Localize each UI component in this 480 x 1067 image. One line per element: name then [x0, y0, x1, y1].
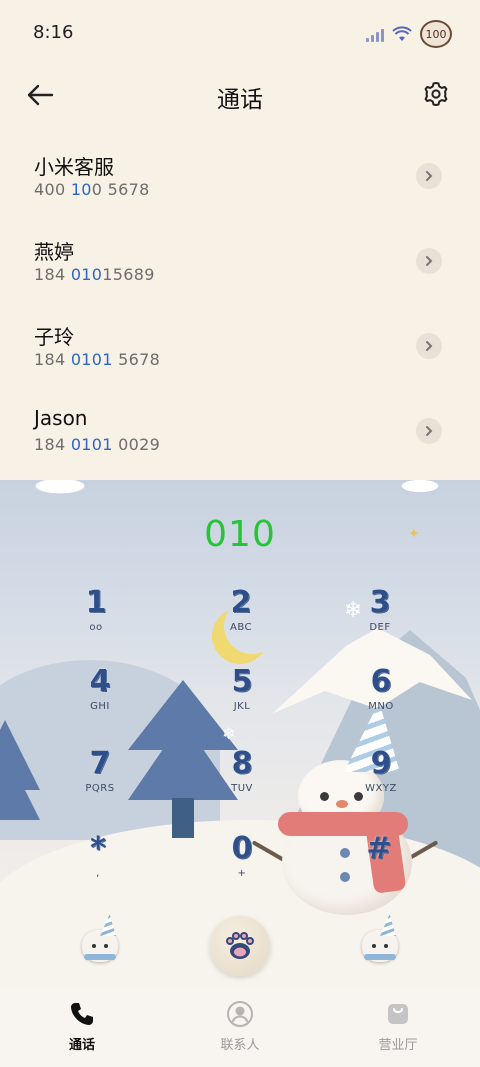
contact-icon	[227, 1001, 253, 1027]
paw-call-button[interactable]	[210, 916, 270, 976]
contact-name: 燕婷	[34, 240, 74, 264]
chevron-right-icon[interactable]	[416, 418, 442, 444]
status-bar: 8:16 100	[0, 0, 480, 66]
chevron-right-icon[interactable]	[416, 248, 442, 274]
call-log-item[interactable]: Jason 184 0101 0029	[0, 385, 480, 470]
battery-level: 100	[425, 27, 447, 41]
dial-key-7[interactable]: 7 PQRS	[55, 747, 145, 811]
dialpad-panel: ✦ ❄ ❄ 010 1 oo 2 ABC 3 DEF 4 GHI 5 JKL 6 MNO 7…	[0, 480, 480, 990]
sim1-cat-icon[interactable]	[78, 914, 122, 964]
contact-number: 184 0101 5678	[34, 350, 161, 369]
contact-name: 子玲	[34, 325, 74, 349]
phone-icon	[71, 1003, 93, 1025]
dial-key-2[interactable]: 2 ABC	[196, 586, 286, 650]
signal-icon	[366, 26, 384, 42]
dial-key-3[interactable]: 3 DEF	[335, 586, 425, 650]
wifi-icon	[392, 26, 412, 41]
nav-item-calls[interactable]: 通话	[32, 1000, 132, 1053]
snow-decoration	[0, 480, 480, 502]
status-icons: 100	[366, 20, 452, 48]
dial-key-4[interactable]: 4 GHI	[55, 665, 145, 729]
contact-name: 小米客服	[34, 155, 114, 179]
battery-icon: 100	[420, 20, 452, 48]
dial-key-5[interactable]: 5 JKL	[197, 665, 287, 729]
call-log-item[interactable]: 小米客服 400 100 5678	[0, 130, 480, 215]
chevron-right-icon[interactable]	[416, 333, 442, 359]
dial-key-star[interactable]: *,	[53, 832, 143, 896]
voicemail-icon: oo	[89, 622, 103, 633]
gear-icon[interactable]	[422, 80, 450, 108]
dial-key-9[interactable]: 9 WXYZ	[336, 747, 426, 811]
call-log-list: 小米客服 400 100 5678 燕婷 184 01015689 子玲 184…	[0, 130, 480, 470]
page-title: 通话	[217, 87, 263, 113]
shop-bag-icon	[388, 1004, 408, 1024]
dial-key-8[interactable]: 8 TUV	[197, 747, 287, 811]
dial-input-display[interactable]: 010	[0, 514, 480, 555]
app-header: 通话	[0, 66, 480, 124]
dial-key-0[interactable]: 0 +	[197, 832, 287, 896]
status-time: 8:16	[33, 22, 74, 43]
sim2-cat-icon[interactable]	[358, 914, 402, 964]
contact-name: Jason	[34, 406, 88, 430]
nav-item-contacts[interactable]: 联系人	[190, 1000, 290, 1053]
contact-number: 400 100 5678	[34, 180, 150, 199]
dial-key-6[interactable]: 6 MNO	[336, 665, 426, 729]
dial-key-hash[interactable]: #	[334, 832, 424, 896]
contact-number: 184 0101 0029	[34, 435, 161, 454]
call-log-item[interactable]: 子玲 184 0101 5678	[0, 300, 480, 385]
nav-item-store[interactable]: 营业厅	[348, 1000, 448, 1053]
chevron-right-icon[interactable]	[416, 163, 442, 189]
paw-icon	[226, 932, 254, 959]
call-log-item[interactable]: 燕婷 184 01015689	[0, 215, 480, 300]
bottom-nav: 通话 联系人 营业厅	[0, 990, 480, 1067]
tree-illustration	[0, 720, 40, 830]
contact-number: 184 01015689	[34, 265, 155, 284]
dial-key-1[interactable]: 1 oo	[51, 586, 141, 650]
